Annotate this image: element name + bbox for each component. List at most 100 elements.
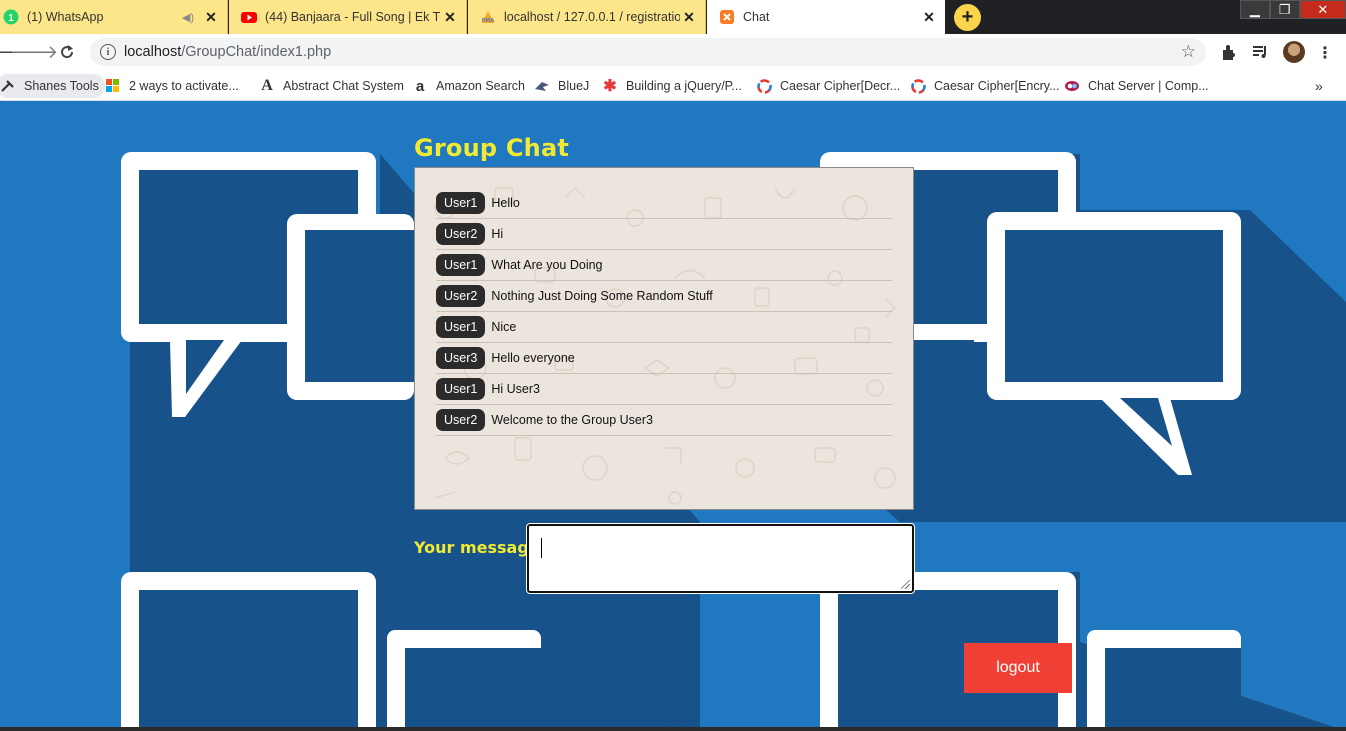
bookmark-shanes-tools[interactable]: Shanes Tools (0, 74, 105, 98)
close-icon[interactable]: ✕ (680, 8, 698, 26)
tab-chat[interactable]: Chat ✕ (707, 0, 945, 34)
address-bar[interactable]: i localhost/GroupChat/index1.php ☆ (90, 38, 1206, 66)
forward-button[interactable]: 🡒 (10, 40, 58, 64)
window-controls: ▁ ❐ ✕ (1240, 0, 1346, 20)
user-badge: User2 (436, 285, 486, 307)
bookmark-label: Amazon Search (436, 79, 525, 93)
bookmark-caesar-encrypt[interactable]: Caesar Cipher[Encry... (910, 74, 1060, 98)
star-burst-icon: ✱ (603, 78, 617, 95)
close-icon[interactable]: ✕ (441, 8, 459, 26)
tab-title: Chat (743, 10, 770, 24)
bookmark-caesar-decrypt[interactable]: Caesar Cipher[Decr... (756, 74, 900, 98)
reload-icon (61, 45, 74, 59)
message-text: Nice (491, 320, 517, 334)
bookmark-label: Shanes Tools (24, 79, 99, 93)
bookmark-label: Caesar Cipher[Encry... (934, 79, 1060, 93)
phpmyadmin-icon: PMA (480, 9, 496, 25)
url-host: localhost (124, 44, 182, 60)
bookmark-label: Caesar Cipher[Decr... (780, 79, 901, 93)
extensions-icon[interactable] (1219, 42, 1239, 62)
bookmark-label: 2 ways to activate... (129, 79, 239, 93)
mute-icon[interactable]: ◀) (182, 11, 194, 24)
svg-text:PMA: PMA (482, 18, 495, 24)
tab-title: localhost / 127.0.0.1 / registration (504, 10, 680, 24)
bluej-icon (534, 78, 550, 94)
message-text: Hi User3 (491, 382, 540, 396)
user-badge: User2 (436, 223, 486, 245)
browser-toolbar: 🡐 🡒 i localhost/GroupChat/index1.php ☆ ⋮ (0, 34, 1346, 70)
reload-button[interactable] (55, 40, 79, 64)
cipher-icon (756, 78, 772, 94)
bookmark-label: Chat Server | Comp... (1088, 79, 1209, 93)
tab-whatsapp[interactable]: 1 (1) WhatsApp ◀) ✕ (0, 0, 228, 34)
info-icon[interactable]: i (100, 44, 116, 60)
font-a-icon: A (261, 77, 273, 94)
chat-log[interactable]: User1 Hello User2 Hi User1 What Are you … (414, 167, 914, 510)
chat-message: User1 Nice (436, 312, 892, 343)
close-icon[interactable]: ✕ (202, 8, 220, 26)
text-caret (541, 538, 542, 558)
logout-button[interactable]: logout (964, 643, 1072, 693)
bookmarks-bar: Shanes Tools 2 ways to activate... A Abs… (0, 70, 1346, 101)
message-text: What Are you Doing (491, 258, 603, 272)
url-text[interactable]: localhost/GroupChat/index1.php (124, 44, 331, 60)
tab-title: (1) WhatsApp (27, 10, 104, 24)
chat-message: User1 Hi User3 (436, 374, 892, 405)
menu-kebab-icon[interactable]: ⋮ (1315, 42, 1335, 62)
windows-icon (105, 78, 121, 94)
bookmark-star-icon[interactable]: ☆ (1181, 42, 1196, 62)
page-title: Group Chat (414, 134, 570, 162)
media-queue-icon[interactable] (1250, 42, 1270, 62)
tab-title: (44) Banjaara - Full Song | Ek Tha (265, 10, 441, 24)
youtube-icon (241, 9, 257, 25)
message-text: Hello everyone (491, 351, 575, 365)
chat-message: User2 Hi (436, 219, 892, 250)
chat-message: User2 Welcome to the Group User3 (436, 405, 892, 436)
tab-phpmyadmin[interactable]: PMA localhost / 127.0.0.1 / registration… (468, 0, 706, 34)
taskbar-edge (0, 727, 1346, 731)
xampp-icon (719, 9, 735, 25)
chat-message: User2 Nothing Just Doing Some Random Stu… (436, 281, 892, 312)
message-text: Welcome to the Group User3 (491, 413, 653, 427)
user-badge: User1 (436, 254, 486, 276)
chat-message: User1 What Are you Doing (436, 250, 892, 281)
maximize-button[interactable]: ❐ (1269, 0, 1300, 19)
user-badge: User1 (436, 378, 486, 400)
url-path: /GroupChat/index1.php (181, 44, 332, 60)
bookmark-abstract-chat[interactable]: A Abstract Chat System (259, 74, 404, 98)
new-tab-button[interactable]: + (954, 4, 981, 31)
bookmark-label: Building a jQuery/P... (626, 79, 742, 93)
more-bookmarks-button[interactable]: » (1315, 78, 1323, 94)
bookmark-label: Abstract Chat System (283, 79, 404, 93)
bookmark-label: BlueJ (558, 79, 590, 93)
user-badge: User1 (436, 316, 486, 338)
chat-server-icon (1064, 78, 1080, 94)
profile-avatar[interactable] (1283, 41, 1305, 63)
window-close-button[interactable]: ✕ (1299, 0, 1346, 19)
amazon-icon: a (415, 77, 425, 95)
user-badge: User3 (436, 347, 486, 369)
whatsapp-icon: 1 (3, 9, 19, 25)
chat-page: Group Chat User1 Hello User2 Hi User1 Wh… (0, 102, 1346, 731)
bookmark-chat-server[interactable]: Chat Server | Comp... (1064, 74, 1209, 98)
message-text: Hello (491, 196, 520, 210)
close-icon[interactable]: ✕ (920, 8, 938, 26)
svg-text:1: 1 (8, 13, 14, 24)
bookmark-jquery[interactable]: ✱ Building a jQuery/P... (602, 74, 742, 98)
tab-youtube[interactable]: (44) Banjaara - Full Song | Ek Tha ✕ (229, 0, 467, 34)
minimize-button[interactable]: ▁ (1240, 0, 1270, 19)
user-badge: User2 (436, 409, 486, 431)
bookmark-amazon[interactable]: a Amazon Search (412, 74, 525, 98)
bookmark-activate[interactable]: 2 ways to activate... (105, 74, 239, 98)
message-text: Nothing Just Doing Some Random Stuff (491, 289, 713, 303)
tools-icon (0, 78, 16, 94)
bookmark-bluej[interactable]: BlueJ (534, 74, 589, 98)
cipher-icon (910, 78, 926, 94)
user-badge: User1 (436, 192, 486, 214)
chat-message: User1 Hello (436, 188, 892, 219)
chat-message: User3 Hello everyone (436, 343, 892, 374)
message-text: Hi (491, 227, 504, 241)
tab-strip: 1 (1) WhatsApp ◀) ✕ (44) Banjaara - Full… (0, 0, 1346, 34)
message-input[interactable] (526, 523, 915, 594)
resize-handle[interactable] (901, 580, 910, 589)
